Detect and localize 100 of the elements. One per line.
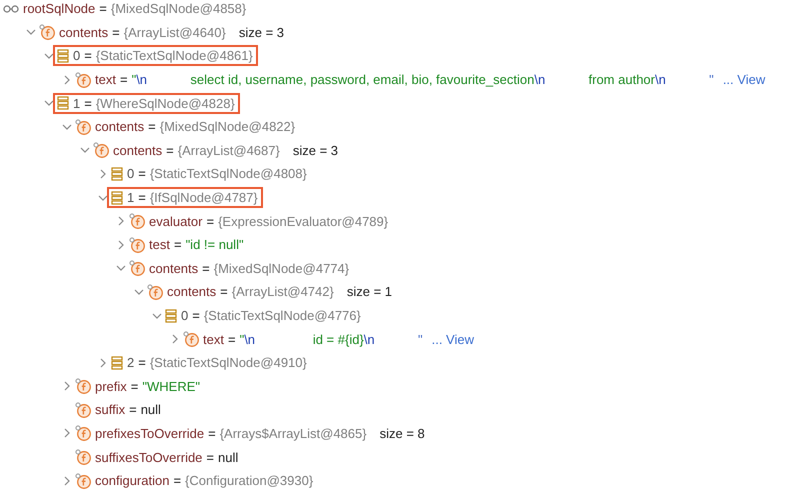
variable-value: \n xyxy=(244,332,256,347)
field-icon xyxy=(129,213,145,230)
variable-value: {MixedSqlNode@4858} xyxy=(110,1,246,16)
variable-value: {MixedSqlNode@4822} xyxy=(160,119,296,134)
variable-name: prefixesToOverride xyxy=(95,426,204,441)
chevron-right-icon[interactable] xyxy=(118,216,124,226)
variable-value: {ArrayList@4640} xyxy=(124,24,226,40)
variable-name: 0 xyxy=(73,48,80,64)
variable-name: contents xyxy=(149,260,198,276)
field-icon xyxy=(75,402,91,418)
equals-sign: = xyxy=(173,473,182,488)
variable-value: {StaticTextSqlNode@4776} xyxy=(204,308,361,324)
chevron-down-icon[interactable] xyxy=(134,288,144,295)
field-icon xyxy=(75,449,91,466)
variable-name: contents xyxy=(59,24,108,40)
equals-sign: = xyxy=(120,72,128,88)
equals-sign: = xyxy=(112,24,120,40)
collection-size: size = 3 xyxy=(238,24,284,40)
variable-value: " xyxy=(416,332,423,347)
field-icon xyxy=(147,284,163,300)
array-element-icon xyxy=(111,166,123,181)
array-element-icon xyxy=(111,190,123,205)
equals-sign: = xyxy=(192,308,200,324)
field-icon xyxy=(75,72,91,88)
equals-sign: = xyxy=(228,332,236,347)
variable-value: null xyxy=(140,402,161,418)
chevron-right-icon[interactable] xyxy=(64,74,70,85)
field-icon xyxy=(129,236,145,253)
variable-name: 2 xyxy=(127,355,134,370)
variable-value: " xyxy=(132,72,136,88)
chevron-right-icon[interactable] xyxy=(172,334,178,344)
chevron-right-icon[interactable] xyxy=(100,358,106,368)
field-icon xyxy=(75,472,91,489)
chevron-right-icon[interactable] xyxy=(100,168,106,179)
collection-size: size = 1 xyxy=(346,284,392,300)
variable-value: {ExpressionEvaluator@4789} xyxy=(218,214,388,229)
variable-value: from author xyxy=(588,72,655,88)
field-icon xyxy=(75,118,91,135)
variable-value: null xyxy=(218,450,238,465)
equals-sign: = xyxy=(84,96,92,111)
variable-name: contents xyxy=(95,119,144,134)
variable-value: {ArrayList@4687} xyxy=(178,142,280,158)
chevron-right-icon[interactable] xyxy=(64,381,70,392)
variable-value: " xyxy=(708,72,714,88)
chevron-down-icon[interactable] xyxy=(152,312,162,319)
view-link[interactable]: ... View xyxy=(432,332,474,347)
variable-value: \n xyxy=(655,72,666,88)
field-icon xyxy=(129,260,145,276)
variable-value: {ArrayList@4742} xyxy=(232,284,334,300)
variable-value: {MixedSqlNode@4774} xyxy=(214,260,350,276)
equals-sign: = xyxy=(208,426,216,441)
variable-value: \n xyxy=(364,332,375,347)
chevron-down-icon[interactable] xyxy=(80,147,90,154)
variable-value: "WHERE" xyxy=(142,378,200,394)
chevron-down-icon[interactable] xyxy=(44,100,54,106)
equals-sign: = xyxy=(138,166,146,182)
equals-sign: = xyxy=(84,48,92,64)
equals-sign: = xyxy=(130,378,138,394)
variable-name: 1 xyxy=(127,190,134,206)
array-element-icon xyxy=(165,308,177,323)
field-icon xyxy=(75,378,91,394)
equals-sign: = xyxy=(138,190,146,206)
view-link[interactable]: ... View xyxy=(722,72,766,88)
array-element-icon xyxy=(111,356,123,370)
variable-name: suffixesToOverride xyxy=(95,450,202,465)
equals-sign: = xyxy=(99,1,107,16)
chevron-right-icon[interactable] xyxy=(118,240,124,250)
chevron-down-icon[interactable] xyxy=(62,124,72,130)
equals-sign: = xyxy=(206,450,214,465)
variable-value: " xyxy=(240,332,244,347)
chevron-down-icon[interactable] xyxy=(116,265,126,272)
variable-name: contents xyxy=(167,284,216,300)
glasses-icon xyxy=(3,4,19,13)
equals-sign: = xyxy=(138,355,146,370)
chevron-right-icon[interactable] xyxy=(64,476,70,486)
variable-value: {IfSqlNode@4787} xyxy=(150,190,258,206)
chevron-down-icon[interactable] xyxy=(98,194,108,201)
variable-value: {StaticTextSqlNode@4861} xyxy=(96,48,253,64)
collection-size: size = 3 xyxy=(292,142,338,158)
variable-name: 1 xyxy=(73,96,80,111)
chevron-right-icon[interactable] xyxy=(64,428,70,438)
variable-name: 0 xyxy=(127,166,134,182)
variable-name: rootSqlNode xyxy=(23,1,96,16)
equals-sign: = xyxy=(174,237,182,252)
chevron-down-icon[interactable] xyxy=(26,29,36,36)
variable-name: prefix xyxy=(95,378,127,394)
variable-value: \n xyxy=(136,72,148,88)
variable-value: {StaticTextSqlNode@4910} xyxy=(150,355,307,370)
field-icon xyxy=(93,142,109,158)
equals-sign: = xyxy=(206,214,214,229)
variable-value: {WhereSqlNode@4828} xyxy=(96,96,235,111)
variable-name: 0 xyxy=(181,308,188,324)
variable-name: suffix xyxy=(95,402,126,418)
variable-name: configuration xyxy=(95,473,170,488)
field-icon xyxy=(75,425,91,442)
variable-value: select id, username, password, email, bio, favourite_section xyxy=(189,72,534,88)
array-element-icon xyxy=(57,96,69,110)
chevron-down-icon[interactable] xyxy=(44,52,54,59)
variable-name: contents xyxy=(113,142,162,158)
variable-value: {Arrays$ArrayList@4865} xyxy=(220,426,367,441)
